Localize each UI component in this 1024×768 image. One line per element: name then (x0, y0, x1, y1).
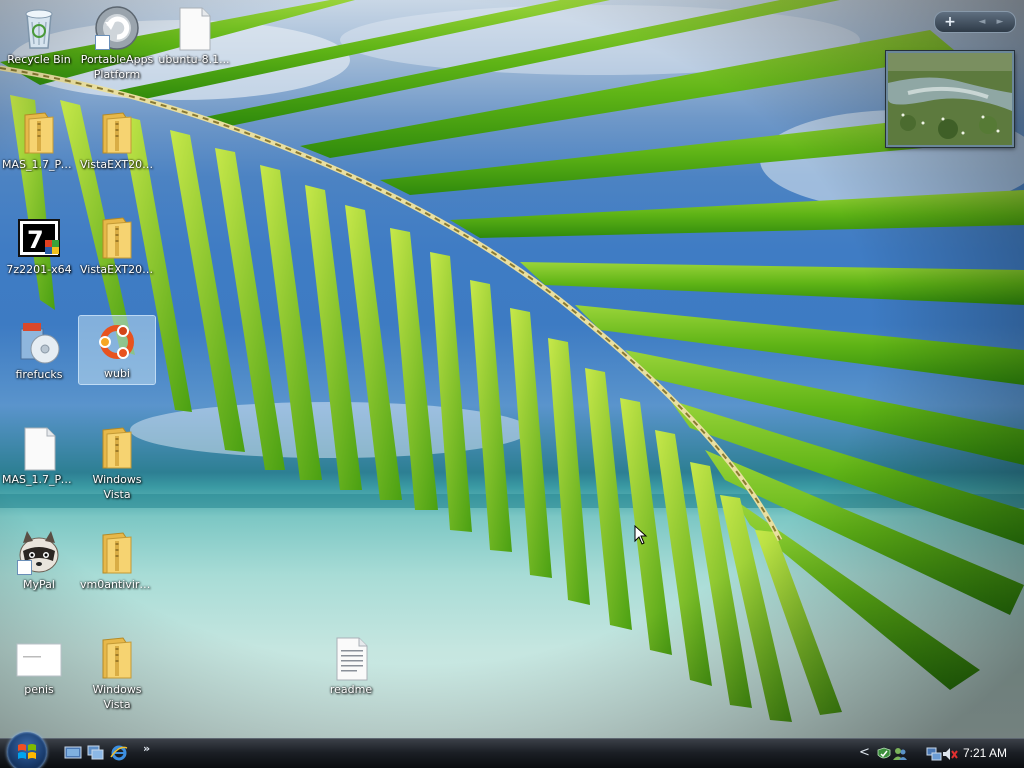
mouse-cursor-icon (634, 525, 648, 545)
desktop-icon-readme[interactable]: readme (313, 632, 389, 697)
text-file-icon (327, 634, 375, 682)
desktop-icon-penis[interactable]: penis (1, 632, 77, 697)
icon-label: MAS_1.7_Pa... (2, 158, 77, 171)
recycle-bin-icon (15, 4, 63, 52)
desktop-icon-mypal[interactable]: MyPal (1, 527, 77, 592)
taskbar: » < 7:21 AM (0, 732, 1024, 768)
svg-text:7: 7 (27, 226, 44, 254)
folder-zip-icon (15, 109, 63, 157)
internet-explorer-icon[interactable] (110, 745, 128, 761)
icon-label: VistaEXT2022 (80, 263, 155, 276)
desktop-icon-recycle-bin[interactable]: Recycle Bin (1, 2, 77, 67)
icon-label: penis (24, 683, 54, 696)
desktop-icon-vista-ultimate-1[interactable]: Windows Vista Ultima... (79, 422, 155, 502)
icon-label: MAS_1.7_Pa... (2, 473, 77, 486)
network-icon[interactable] (926, 746, 942, 762)
taskbar-clock[interactable]: 7:21 AM (963, 746, 1007, 760)
icon-label: wubi (103, 367, 130, 380)
desktop-icon-wubi[interactable]: wubi (78, 315, 156, 385)
desktop-icon-ubuntu-iso[interactable]: ubuntu-8.1... (156, 2, 232, 67)
sevenzip-installer-icon: 7 (15, 214, 63, 262)
icon-label: Windows Vista Ultima... (92, 683, 142, 711)
users-icon[interactable] (892, 746, 908, 762)
text-file-icon (15, 424, 63, 472)
quick-launch-overflow-button[interactable]: » (143, 742, 150, 755)
add-gadget-button[interactable]: + (941, 12, 959, 32)
shortcut-arrow-icon (17, 560, 32, 575)
desktop-icon-mas-file[interactable]: MAS_1.7_Pa... (1, 422, 77, 487)
icon-label: Recycle Bin (7, 53, 71, 66)
slideshow-gadget[interactable] (886, 51, 1014, 147)
icon-label: 7z2201-x64 (6, 263, 72, 276)
folder-zip-icon (93, 634, 141, 682)
desktop-screen: Recycle Bin PortableApps Platform ubuntu… (0, 0, 1024, 768)
icon-label: vm0antiviru... (80, 578, 155, 591)
desktop-icon-mas-folder[interactable]: MAS_1.7_Pa... (1, 107, 77, 172)
icon-label: firefucks (15, 368, 63, 381)
folder-zip-icon (93, 529, 141, 577)
slideshow-photo (888, 53, 1012, 145)
desktop-icon-vistaext-1[interactable]: VistaEXT2022 (79, 107, 155, 172)
document-thumbnail-icon (15, 634, 63, 682)
security-center-icon[interactable] (876, 746, 892, 762)
start-button[interactable] (7, 732, 47, 768)
icon-label: MyPal (23, 578, 55, 591)
switch-windows-icon[interactable] (87, 745, 105, 761)
show-desktop-icon[interactable] (64, 745, 82, 761)
sidebar-controls: + ◄ ► (934, 11, 1016, 33)
icon-label: PortableApps Platform (80, 53, 154, 81)
portableapps-icon (93, 4, 141, 52)
icon-label: Windows Vista Ultima... (92, 473, 142, 501)
desktop-icon-firefucks[interactable]: firefucks (1, 317, 77, 382)
text-file-icon (170, 4, 218, 52)
icon-label: ubuntu-8.1... (158, 53, 230, 66)
desktop-icon-portableapps[interactable]: PortableApps Platform (79, 2, 155, 82)
icon-label: VistaEXT2022 (80, 158, 155, 171)
folder-zip-icon (93, 214, 141, 262)
desktop-icon-vistaext-2[interactable]: VistaEXT2022 (79, 212, 155, 277)
ubuntu-wubi-icon (93, 318, 141, 366)
sidebar-prev-button[interactable]: ◄ (975, 12, 989, 32)
sidebar-next-button[interactable]: ► (993, 12, 1007, 32)
windows-logo-icon (18, 744, 36, 759)
show-hidden-icons-button[interactable]: < (859, 745, 870, 760)
desktop-icon-vm0antivirus[interactable]: vm0antiviru... (79, 527, 155, 592)
volume-muted-icon[interactable] (942, 746, 958, 762)
folder-zip-icon (93, 109, 141, 157)
folder-zip-icon (93, 424, 141, 472)
desktop-icon-7zip[interactable]: 7 7z2201-x64 (1, 212, 77, 277)
shortcut-arrow-icon (95, 35, 110, 50)
icon-label: readme (329, 683, 373, 696)
desktop-icon-vista-ultimate-2[interactable]: Windows Vista Ultima... (79, 632, 155, 712)
mypal-raccoon-icon (15, 529, 63, 577)
firefox-installer-icon (15, 319, 63, 367)
